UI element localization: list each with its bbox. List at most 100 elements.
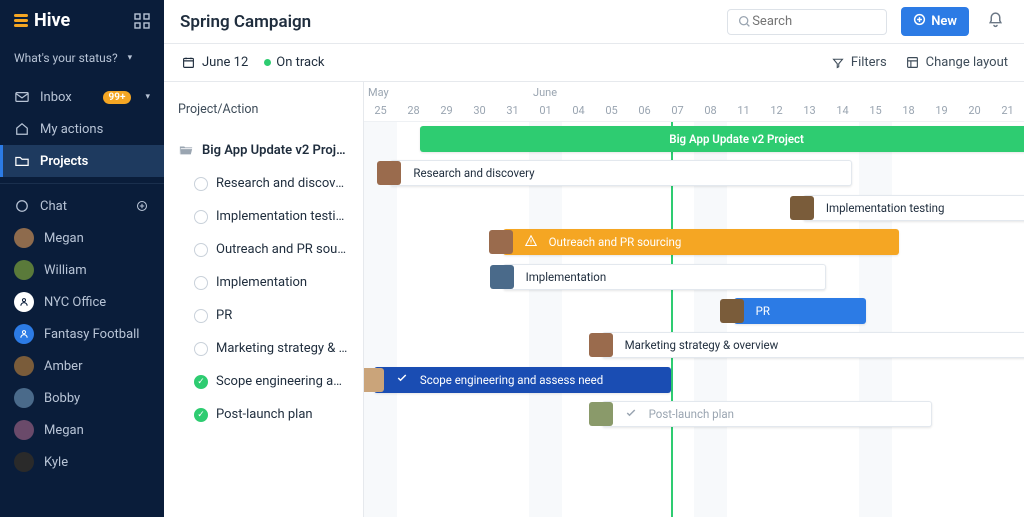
circle-icon[interactable]: [194, 177, 208, 191]
gantt-bar[interactable]: Post-launch plan: [602, 401, 932, 427]
bell-icon[interactable]: [983, 7, 1008, 36]
person-kyle[interactable]: Kyle: [0, 446, 164, 478]
status-prompt[interactable]: What's your status? ▾: [0, 41, 164, 75]
avatar: [14, 452, 34, 472]
day-tick: 21: [991, 104, 1024, 117]
circle-icon[interactable]: [194, 243, 208, 257]
layout-icon: [905, 55, 921, 71]
day-tick: 28: [397, 104, 430, 117]
avatar: [14, 260, 34, 280]
avatar: [14, 228, 34, 248]
change-layout-button[interactable]: Change layout: [905, 55, 1008, 71]
task-row[interactable]: Outreach and PR sourcing: [164, 233, 363, 266]
gantt-bar[interactable]: Marketing strategy & overview: [602, 332, 1024, 358]
month-label: May: [368, 86, 389, 99]
task-row[interactable]: PR: [164, 299, 363, 332]
topbar: Spring Campaign New: [164, 0, 1024, 44]
sidebar: Hive What's your status? ▾ Inbox 99+ ▾ M…: [0, 0, 164, 517]
project-row[interactable]: Big App Update v2 Project: [164, 133, 363, 167]
day-tick: 18: [892, 104, 925, 117]
person-bobby[interactable]: Bobby: [0, 382, 164, 414]
day-tick: 31: [496, 104, 529, 117]
gantt-bar[interactable]: Implementation testing: [803, 195, 1024, 221]
person-nyc-office[interactable]: NYC Office: [0, 286, 164, 318]
assignee-avatar: [790, 196, 814, 220]
nav-my-actions[interactable]: My actions: [0, 113, 164, 145]
check-circle-icon[interactable]: ✓: [194, 375, 208, 389]
page-title: Spring Campaign: [180, 12, 311, 32]
person-megan[interactable]: Megan: [0, 414, 164, 446]
apps-grid-icon[interactable]: [134, 13, 150, 29]
envelope-icon: [14, 89, 30, 105]
task-row[interactable]: Implementation testing: [164, 200, 363, 233]
task-row[interactable]: Marketing strategy & over: [164, 332, 363, 365]
status-dot-icon: [264, 59, 271, 66]
gantt-bar[interactable]: Scope engineering and assess need: [374, 367, 671, 393]
task-row[interactable]: Implementation: [164, 266, 363, 299]
search-box[interactable]: [727, 9, 887, 35]
month-label: June: [533, 86, 557, 99]
circle-icon[interactable]: [194, 276, 208, 290]
task-row[interactable]: ✓Post-launch plan: [164, 398, 363, 431]
inbox-badge: 99+: [103, 91, 132, 104]
logo[interactable]: Hive: [14, 10, 70, 31]
day-tick: 20: [958, 104, 991, 117]
panel-header: Project/Action: [164, 82, 363, 123]
gantt-bar[interactable]: Big App Update v2 Project: [420, 126, 1024, 152]
day-tick: 29: [430, 104, 463, 117]
day-tick: 15: [859, 104, 892, 117]
calendar-icon: [180, 55, 196, 71]
day-tick: 07: [661, 104, 694, 117]
person-fantasy-football[interactable]: Fantasy Football: [0, 318, 164, 350]
avatar: [14, 324, 34, 344]
assignee-avatar: [720, 299, 744, 323]
new-button[interactable]: New: [901, 7, 969, 36]
check-icon: [396, 372, 408, 387]
plus-icon[interactable]: [134, 198, 150, 214]
task-row[interactable]: Research and discovery: [164, 167, 363, 200]
check-icon: [625, 407, 637, 422]
person-megan[interactable]: Megan: [0, 222, 164, 254]
search-icon: [736, 14, 752, 30]
nav-projects[interactable]: Projects: [0, 145, 164, 177]
day-tick: 19: [925, 104, 958, 117]
date-display[interactable]: June 12: [180, 55, 248, 71]
main: Spring Campaign New June 12 On track Fil…: [164, 0, 1024, 517]
day-tick: 05: [595, 104, 628, 117]
project-status[interactable]: On track: [264, 55, 324, 70]
person-amber[interactable]: Amber: [0, 350, 164, 382]
assignee-avatar: [489, 230, 513, 254]
assignee-avatar: [364, 368, 384, 392]
day-tick: 14: [826, 104, 859, 117]
nav-inbox[interactable]: Inbox 99+ ▾: [0, 81, 164, 113]
day-tick: 13: [793, 104, 826, 117]
folder-icon: [14, 153, 30, 169]
day-tick: 04: [562, 104, 595, 117]
person-william[interactable]: William: [0, 254, 164, 286]
task-panel: Project/Action Big App Update v2 Project…: [164, 82, 364, 517]
check-circle-icon[interactable]: ✓: [194, 408, 208, 422]
gantt-bar[interactable]: PR: [734, 298, 866, 324]
assignee-avatar: [490, 265, 514, 289]
plus-circle-icon: [913, 13, 926, 30]
task-row[interactable]: ✓Scope engineering and as: [164, 365, 363, 398]
chat-icon: [14, 198, 30, 214]
circle-icon[interactable]: [194, 210, 208, 224]
circle-icon[interactable]: [194, 309, 208, 323]
day-tick: 25: [364, 104, 397, 117]
gantt-bar[interactable]: Outreach and PR sourcing: [503, 229, 899, 255]
search-input[interactable]: [752, 14, 878, 29]
filters-button[interactable]: Filters: [830, 55, 887, 71]
assignee-avatar: [589, 402, 613, 426]
avatar: [14, 420, 34, 440]
day-tick: 11: [727, 104, 760, 117]
chat-section[interactable]: Chat: [0, 190, 164, 222]
circle-icon[interactable]: [194, 342, 208, 356]
gantt-bar[interactable]: Implementation: [503, 264, 826, 290]
subbar: June 12 On track Filters Change layout: [164, 44, 1024, 82]
home-icon: [14, 121, 30, 137]
assignee-avatar: [377, 161, 401, 185]
gantt-bar[interactable]: Research and discovery: [390, 160, 852, 186]
gantt-chart: MayJune 25282930310104050607081112131415…: [364, 82, 1024, 517]
chevron-down-icon: ▾: [145, 92, 150, 102]
